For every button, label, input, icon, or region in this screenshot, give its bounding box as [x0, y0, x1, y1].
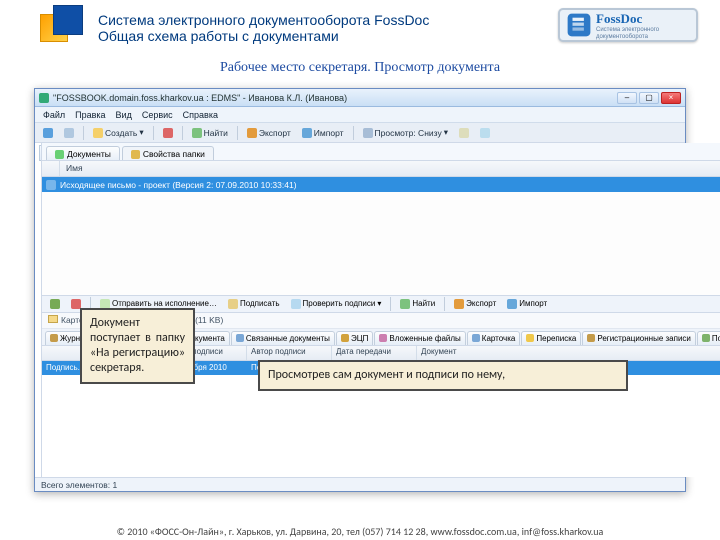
doc-tab-label: Связанные документы: [246, 334, 330, 343]
app-icon: [39, 93, 49, 103]
doc-tab-label: Вложенные файлы: [389, 334, 460, 343]
delete-button[interactable]: [159, 127, 177, 139]
doc-tab[interactable]: Регистрационные записи: [582, 331, 696, 345]
grid-header: Имя Индекс документа Дата документа: [42, 161, 720, 177]
close-button[interactable]: ×: [661, 92, 681, 104]
doc-tab[interactable]: Подписи документа: [697, 331, 720, 345]
fossdoc-logo-icon: [566, 12, 592, 38]
maximize-button[interactable]: ▢: [639, 92, 659, 104]
grid-row-selected[interactable]: Исходящее письмо - проект (Версия 2: 07.…: [42, 177, 720, 192]
doc-tab[interactable]: Переписка: [521, 331, 581, 345]
logo-tag1: Система электронного: [596, 27, 659, 34]
doc-tab-label: Переписка: [536, 334, 576, 343]
create-button[interactable]: Создать ▾: [89, 126, 148, 139]
tab-icon: [50, 334, 58, 342]
menubar: Файл Правка Вид Сервис Справка: [35, 107, 685, 123]
tab-icon: [526, 334, 534, 342]
dcol-tdate[interactable]: Дата передачи: [332, 346, 417, 360]
check-sign-button[interactable]: Проверить подписи ▾: [287, 298, 386, 310]
tab-icon: [236, 334, 244, 342]
col-name[interactable]: Имя: [60, 161, 720, 176]
doc-tab[interactable]: Карточка: [467, 331, 521, 345]
import-button[interactable]: Импорт: [298, 127, 348, 139]
sub-find-button[interactable]: Найти: [396, 298, 439, 310]
status-bar: Всего элементов: 1: [35, 477, 685, 491]
slide-footer: © 2010 «ФОСС-Он-Лайн», г. Харьков, ул. Д…: [0, 525, 720, 538]
minimize-button[interactable]: –: [617, 92, 637, 104]
doc-tab-label: ЭЦП: [351, 334, 368, 343]
logo-brand: FossDoc: [596, 11, 642, 26]
find-button[interactable]: Найти: [188, 127, 232, 139]
nav-back-button[interactable]: [39, 127, 57, 139]
tb-open[interactable]: [46, 298, 64, 310]
slide-header: Система электронного документооборота Fo…: [0, 0, 720, 50]
doc-tab[interactable]: ЭЦП: [336, 331, 373, 345]
tb-extra1[interactable]: [455, 127, 473, 139]
menu-service[interactable]: Сервис: [142, 110, 173, 120]
callout-right: Просмотрев сам документ и подписи по нем…: [258, 360, 628, 391]
doc-tab-label: Карточка: [482, 334, 516, 343]
tab-documents[interactable]: Документы: [46, 146, 120, 160]
grid-row-text: Исходящее письмо - проект (Версия 2: 07.…: [60, 180, 297, 190]
nav-fwd-button[interactable]: [60, 127, 78, 139]
decorative-square: [40, 14, 68, 42]
tab-icon: [379, 334, 387, 342]
mail-icon: [46, 180, 56, 190]
tab-icon: [702, 334, 710, 342]
tb-extra2[interactable]: [476, 127, 494, 139]
tab-icon: [472, 334, 480, 342]
subtitle: Рабочее место секретаря. Просмотр докуме…: [0, 60, 720, 76]
sub-import-button[interactable]: Импорт: [503, 298, 551, 310]
menu-edit[interactable]: Правка: [75, 110, 105, 120]
tab-icon: [341, 334, 349, 342]
window-title: "FOSSBOOK.domain.foss.kharkov.ua : EDMS"…: [53, 93, 617, 103]
menu-file[interactable]: Файл: [43, 110, 65, 120]
titlebar[interactable]: "FOSSBOOK.domain.foss.kharkov.ua : EDMS"…: [35, 89, 685, 107]
callout-left: Документ поступает в папку «На регистрац…: [80, 308, 195, 384]
doc-tab-label: Регистрационные записи: [597, 334, 691, 343]
doc-tab[interactable]: Связанные документы: [231, 331, 335, 345]
menu-view[interactable]: Вид: [116, 110, 132, 120]
top-tabs: Документы Свойства папки: [42, 143, 720, 161]
doc-tab[interactable]: Вложенные файлы: [374, 331, 465, 345]
tab-folder-props[interactable]: Свойства папки: [122, 146, 214, 160]
export-button[interactable]: Экспорт: [243, 127, 295, 139]
col-icon[interactable]: [42, 161, 60, 176]
logo-tag2: документооборота: [596, 34, 659, 41]
preview-button[interactable]: Просмотр: Снизу ▾: [359, 126, 452, 139]
sign-button[interactable]: Подписать: [224, 298, 284, 310]
main-toolbar: Создать ▾ Найти Экспорт Импорт Просмотр:…: [35, 123, 685, 143]
doc-tab-label: Подписи документа: [712, 334, 720, 343]
menu-help[interactable]: Справка: [183, 110, 218, 120]
logo-badge: FossDoc Система электронного документооб…: [558, 8, 698, 42]
tab-icon: [587, 334, 595, 342]
sub-export-button[interactable]: Экспорт: [450, 298, 500, 310]
folder-tree[interactable]: Иванова К.Л. Входящие документыЗадачиИсх…: [35, 143, 42, 477]
dcol-author[interactable]: Автор подписи: [247, 346, 332, 360]
app-window: "FOSSBOOK.domain.foss.kharkov.ua : EDMS"…: [34, 88, 686, 492]
dcol-doc[interactable]: Документ: [417, 346, 720, 360]
